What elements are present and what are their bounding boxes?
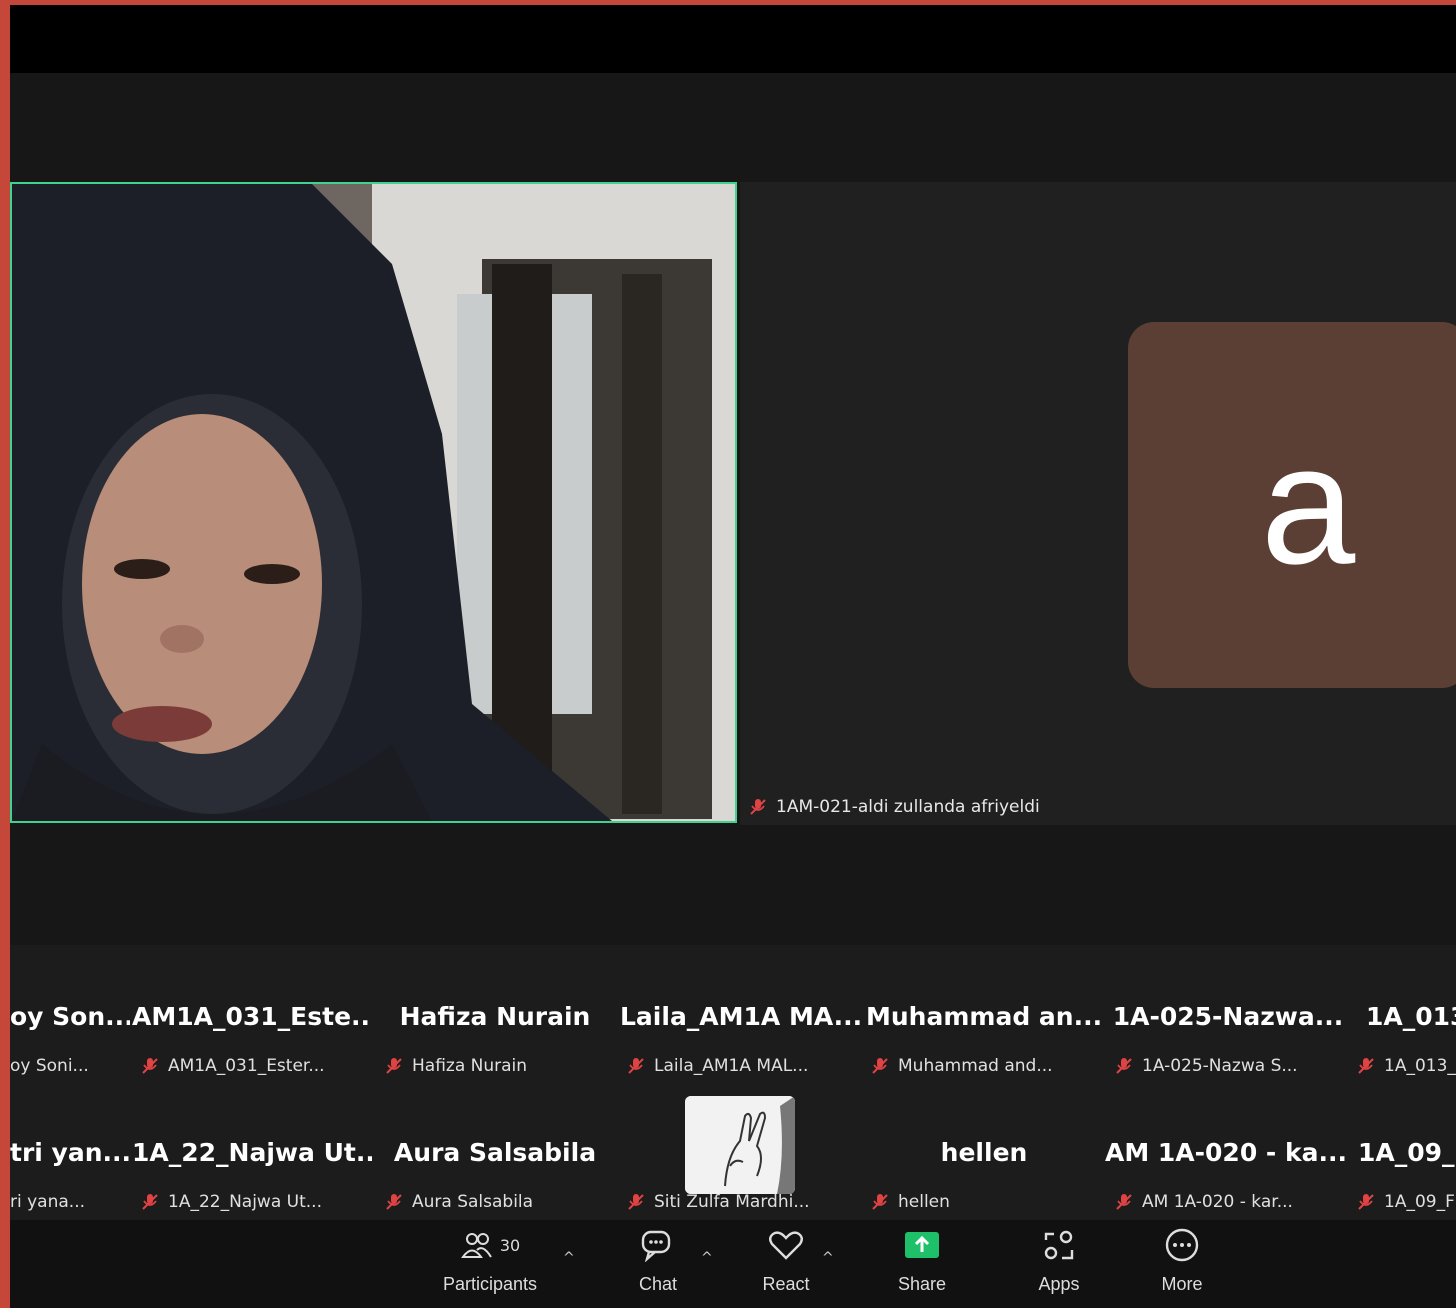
participant-tile[interactable]: Muhammad an... Muhammad and... [866,950,1102,1080]
mic-muted-icon [386,1058,402,1074]
participant-name-small: hellen [870,1190,950,1214]
participant-name-large: AM 1A-020 - ka... [1104,1138,1347,1167]
more-button[interactable]: More [1144,1228,1220,1295]
participants-label: Participants [442,1274,538,1294]
participant-tile[interactable]: oy Son... oy Soni... [10,950,130,1080]
mic-muted-icon [750,799,766,815]
participant-tile[interactable]: Aura Salsabila Aura Salsabila [380,1086,610,1216]
participant-name-small: 1A_22_Najwa Ut... [140,1190,322,1214]
participant-tile[interactable]: 1A_09_F 1A_09_F [1354,1086,1456,1216]
mic-muted-icon [1358,1058,1374,1074]
tile-name: 1AM-021-aldi zullanda afriyeldi [776,797,1040,817]
participant-name-large: hellen [940,1138,1028,1167]
mic-muted-icon [142,1194,158,1210]
apps-button[interactable]: Apps [1021,1228,1097,1295]
chat-button[interactable]: Chat [620,1228,696,1295]
participants-caret-icon[interactable]: ^ [563,1250,575,1266]
participant-tile[interactable]: Siti Zulfa Mardhi... [620,1086,860,1216]
participant-label: oy Soni... [10,1056,89,1076]
participant-name-small: Muhammad and... [870,1054,1053,1078]
participant-name-small: Aura Salsabila [384,1190,533,1214]
participant-name-large: Laila_AM1A MA... [620,1002,860,1031]
participant-tile[interactable]: AM 1A-020 - ka... AM 1A-020 - kar... [1104,1086,1348,1216]
meeting-toolbar [10,1220,1456,1308]
participant-label: 1A_09_F [1384,1192,1455,1212]
participant-name-small: AM1A_031_Ester... [140,1054,325,1078]
participant-label: Aura Salsabila [412,1192,534,1212]
participant-name-large: 1A-025-Nazwa... [1112,1002,1344,1031]
participant-name-large: 1A_09_F [1358,1138,1456,1167]
participant-tile[interactable]: tri yan... ri yana... [10,1086,130,1216]
participant-name-small: Siti Zulfa Mardhi... [626,1190,810,1214]
frame-left-border [0,0,10,1308]
participants-button[interactable]: 30 Participants [440,1228,540,1295]
participants-icon [460,1233,492,1258]
participant-label: 1A_22_Najwa Ut... [168,1192,322,1212]
participant-label: 1A-025-Nazwa S... [1142,1056,1298,1076]
participant-tile[interactable]: AM1A_031_Este... AM1A_031_Ester... [132,950,372,1080]
chat-label: Chat [638,1274,678,1294]
chat-icon [641,1230,671,1262]
participant-name-small: 1A_09_F [1356,1190,1455,1214]
chat-caret-icon[interactable]: ^ [701,1250,713,1266]
mic-muted-icon [872,1058,888,1074]
mic-muted-icon [628,1058,644,1074]
share-label: Share [897,1274,947,1294]
participant-label: AM1A_031_Ester... [168,1056,325,1076]
more-label: More [1161,1274,1203,1294]
participant-label: Muhammad and... [898,1056,1053,1076]
participant-tile[interactable]: hellen hellen [866,1086,1102,1216]
more-icon [1165,1228,1199,1262]
react-label: React [762,1274,810,1294]
participants-count: 30 [499,1235,521,1255]
mic-muted-icon [142,1058,158,1074]
heart-icon [769,1231,803,1260]
participant-name-small: 1A_013_ [1356,1054,1456,1078]
react-caret-icon[interactable]: ^ [822,1250,834,1266]
mic-muted-icon [1358,1194,1374,1210]
participant-label: 1A_013_ [1384,1056,1456,1076]
participant-label: ri yana... [10,1192,85,1212]
participant-tile[interactable]: 1A_22_Najwa Ut... 1A_22_Najwa Ut... [132,1086,372,1216]
participant-label: Hafiza Nurain [412,1056,528,1076]
participant-name-large: 1A_22_Najwa Ut... [132,1138,372,1167]
apps-icon [1044,1230,1074,1260]
speaker-video-frame [12,184,735,821]
participant-tile[interactable]: Laila_AM1A MA... Laila_AM1A MAL... [620,950,860,1080]
share-button[interactable]: Share [884,1228,960,1295]
mic-muted-icon [1116,1194,1132,1210]
tile-name-label: 1AM-021-aldi zullanda afriyeldi [748,795,1040,819]
mic-muted-icon [872,1194,888,1210]
participant-name-large: Muhammad an... [866,1002,1102,1031]
react-button[interactable]: React [748,1228,824,1295]
participant-label: Siti Zulfa Mardhi... [654,1192,810,1212]
participant-tile[interactable]: 1A_013 1A_013_ [1354,950,1456,1080]
active-speaker-video[interactable] [10,182,737,823]
participant-tile[interactable]: 1A-025-Nazwa... 1A-025-Nazwa S... [1110,950,1346,1080]
apps-label: Apps [1038,1274,1080,1294]
participant-name-large: 1A_013 [1366,1002,1456,1031]
share-icon [905,1232,939,1258]
participant-name-small: Laila_AM1A MAL... [626,1054,808,1078]
participant-label: Laila_AM1A MAL... [654,1056,809,1076]
participant-tile[interactable]: Hafiza Nurain Hafiza Nurain [380,950,610,1080]
mic-muted-icon [628,1194,644,1210]
participant-name-small: 1A-025-Nazwa S... [1114,1054,1298,1078]
participant-name-small: Hafiza Nurain [384,1054,527,1078]
avatar-letter: a [1260,410,1356,600]
top-bar [10,5,1456,73]
participant-name-small: oy Soni... [10,1054,89,1078]
participant-name-large: Hafiza Nurain [399,1002,591,1031]
participant-name-large: oy Son... [10,1002,130,1031]
participant-label: hellen [898,1192,950,1212]
participant-name-small: ri yana... [10,1190,85,1214]
mic-muted-icon [386,1194,402,1210]
participant-name-small: AM 1A-020 - kar... [1114,1190,1293,1214]
participant-name-large: Aura Salsabila [393,1138,597,1167]
mic-muted-icon [1116,1058,1132,1074]
participant-name-large: tri yan... [10,1138,130,1167]
participant-label: AM 1A-020 - kar... [1142,1192,1293,1212]
participant-name-large: AM1A_031_Este... [132,1002,372,1031]
